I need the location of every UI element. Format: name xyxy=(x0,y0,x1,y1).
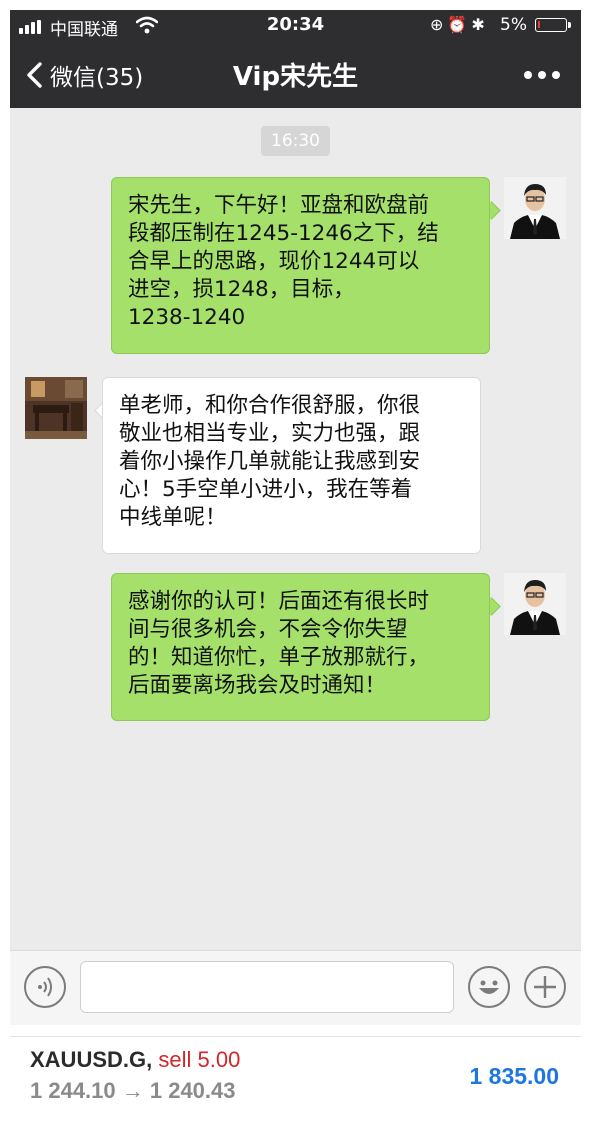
bluetooth-icon: ✱ xyxy=(471,15,489,34)
message-bubble-incoming[interactable]: 单老师，和你合作很舒服，你很 敬业也相当专业，实力也强，跟 着你小操作几单就能让… xyxy=(102,377,481,554)
battery-icon xyxy=(535,18,571,32)
plus-icon[interactable] xyxy=(524,966,566,1008)
rotation-lock-icon: ⊕ xyxy=(430,15,448,34)
message-bubble-outgoing[interactable]: 感谢你的认可！后面还有很长时 间与很多机会，不会令你失望 的！知道你忙，单子放那… xyxy=(111,573,490,721)
clock: 20:34 xyxy=(266,14,325,35)
input-bar xyxy=(10,950,581,1025)
contact-avatar[interactable] xyxy=(25,377,87,439)
person-in-suit-avatar-icon xyxy=(504,573,566,635)
chat-title: Vip宋先生 xyxy=(232,62,359,92)
my-avatar[interactable] xyxy=(504,573,566,635)
trade-position-panel[interactable]: XAUUSD.G, sell 5.00 1 244.10 → 1 240.43 … xyxy=(10,1036,581,1117)
trade-profit: 1 835.00 xyxy=(469,1063,559,1089)
my-avatar[interactable] xyxy=(504,177,566,239)
alarm-icon: ⏰ xyxy=(447,15,472,34)
nav-bar: 微信(35) Vip宋先生 xyxy=(10,42,581,108)
more-icon[interactable] xyxy=(524,71,560,81)
chat-timestamp: 16:30 xyxy=(261,126,330,156)
person-in-suit-avatar-icon xyxy=(504,177,566,239)
emoji-icon[interactable] xyxy=(468,966,510,1008)
message-bubble-outgoing[interactable]: 宋先生，下午好！亚盘和欧盘前 段都压制在1245-1246之下，结 合早上的思路… xyxy=(111,177,490,354)
status-bar: 中国联通 20:34 ⊕⏰✱ 5% xyxy=(10,10,581,42)
battery-percent: 5% xyxy=(500,15,527,35)
message-input[interactable] xyxy=(80,961,454,1013)
trade-prices: 1 244.10 → 1 240.43 xyxy=(30,1078,236,1103)
room-photo-avatar-icon xyxy=(25,377,87,439)
voice-input-icon[interactable] xyxy=(24,966,66,1008)
battery-level xyxy=(538,21,540,28)
trade-symbol: XAUUSD.G, xyxy=(30,1047,153,1072)
trade-side: sell 5.00 xyxy=(158,1047,241,1072)
wechat-screen: 中国联通 20:34 ⊕⏰✱ 5% 微信(35) Vip宋先生 16:30 宋先… xyxy=(10,10,581,1025)
